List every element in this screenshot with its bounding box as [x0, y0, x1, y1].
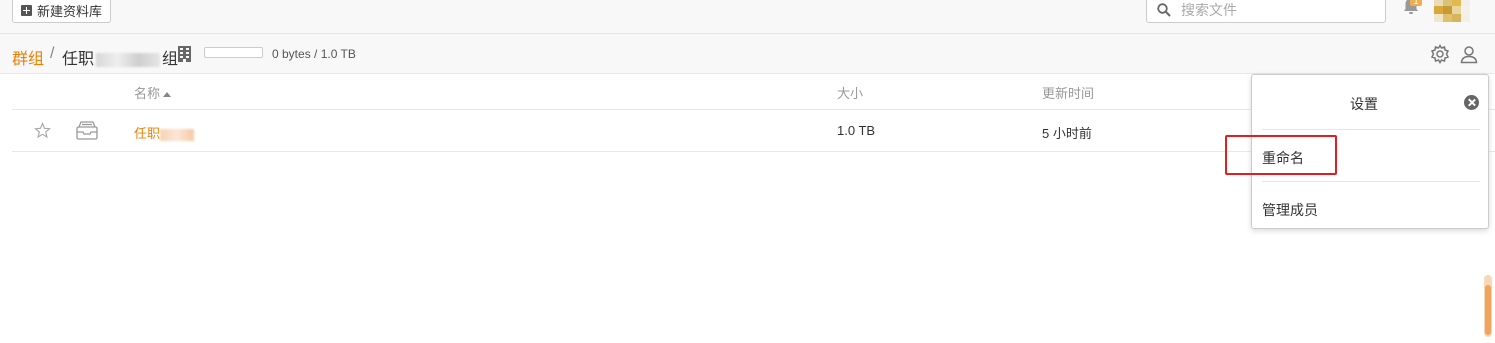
highlight-box [1225, 135, 1337, 175]
breadcrumb-current: 任职 组 [62, 45, 178, 69]
library-updated: 5 小时前 [1042, 126, 1092, 141]
gear-icon[interactable] [1430, 44, 1450, 64]
manage-members-menu-item[interactable]: 管理成员 [1262, 200, 1318, 220]
breadcrumb-groups[interactable]: 群组 [12, 45, 44, 69]
redacted-text [96, 52, 161, 67]
library-size: 1.0 TB [837, 123, 876, 138]
star-icon[interactable] [34, 122, 51, 139]
top-bar: 新建资料库 1 [0, 0, 1495, 34]
notification-badge: 1 [1410, 0, 1422, 6]
library-name-link[interactable]: 任职 [134, 123, 195, 142]
user-icon[interactable] [1459, 44, 1479, 64]
scrollbar-thumb[interactable] [1485, 285, 1491, 335]
plus-icon [21, 4, 32, 16]
group-name-suffix: 组 [162, 51, 179, 68]
library-name: 任职 [134, 126, 161, 141]
redacted-text [160, 128, 195, 141]
breadcrumb-separator: / [50, 45, 55, 62]
building-icon [178, 46, 191, 62]
avatar[interactable] [1434, 0, 1470, 22]
search-box[interactable] [1146, 0, 1386, 23]
dropdown-title: 设置 [1350, 96, 1378, 112]
divider [1262, 181, 1480, 182]
column-header-name-label: 名称 [134, 86, 161, 101]
divider [1262, 129, 1480, 130]
group-name-prefix: 任职 [62, 51, 95, 68]
close-icon[interactable] [1464, 95, 1479, 110]
search-input[interactable] [1181, 2, 1371, 18]
quota-bar [204, 47, 263, 58]
new-library-button[interactable]: 新建资料库 [12, 0, 112, 23]
sort-ascending-icon [163, 92, 172, 98]
new-library-label: 新建资料库 [37, 3, 103, 19]
column-header-size[interactable]: 大小 [837, 83, 863, 102]
column-header-updated[interactable]: 更新时间 [1042, 83, 1094, 102]
search-icon [1157, 3, 1171, 17]
path-bar: 群组 / 任职 组 0 bytes / 1.0 TB [0, 34, 1495, 74]
column-header-name[interactable]: 名称 [134, 83, 172, 102]
library-icon [76, 121, 98, 140]
quota-text: 0 bytes / 1.0 TB [272, 47, 356, 61]
